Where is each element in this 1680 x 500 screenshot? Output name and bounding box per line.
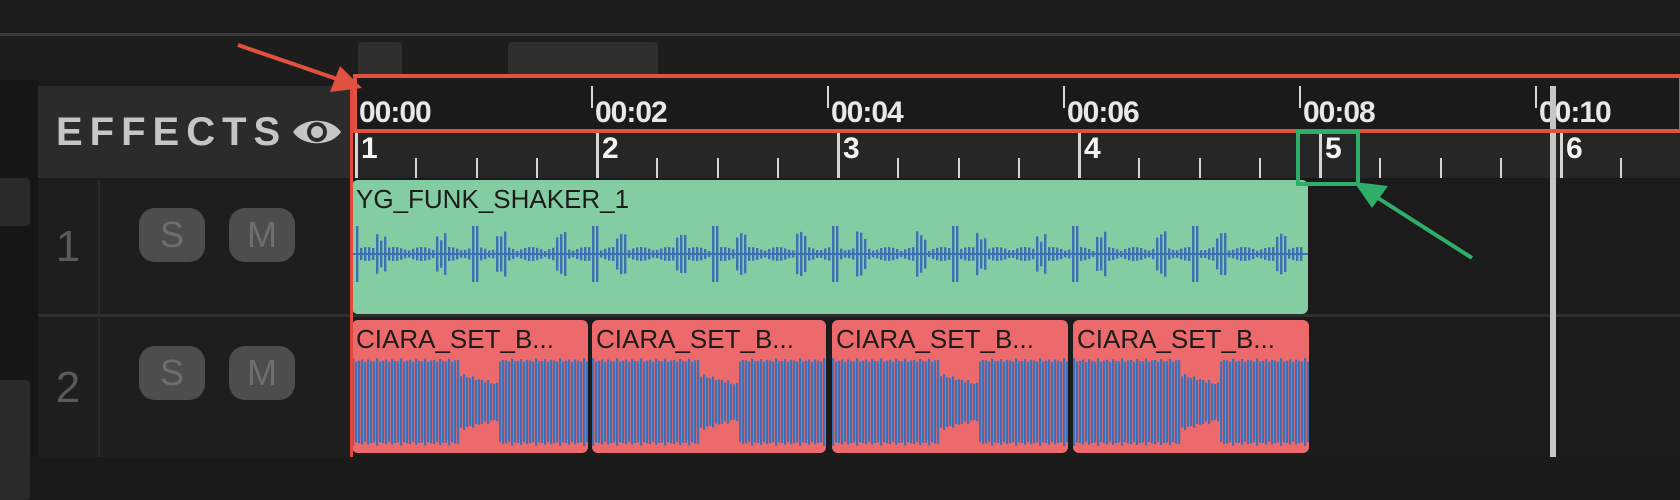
annotation-arrows [237, 43, 1474, 260]
annotation-green-arrow [1376, 196, 1474, 260]
annotation-red-arrow [237, 43, 341, 82]
